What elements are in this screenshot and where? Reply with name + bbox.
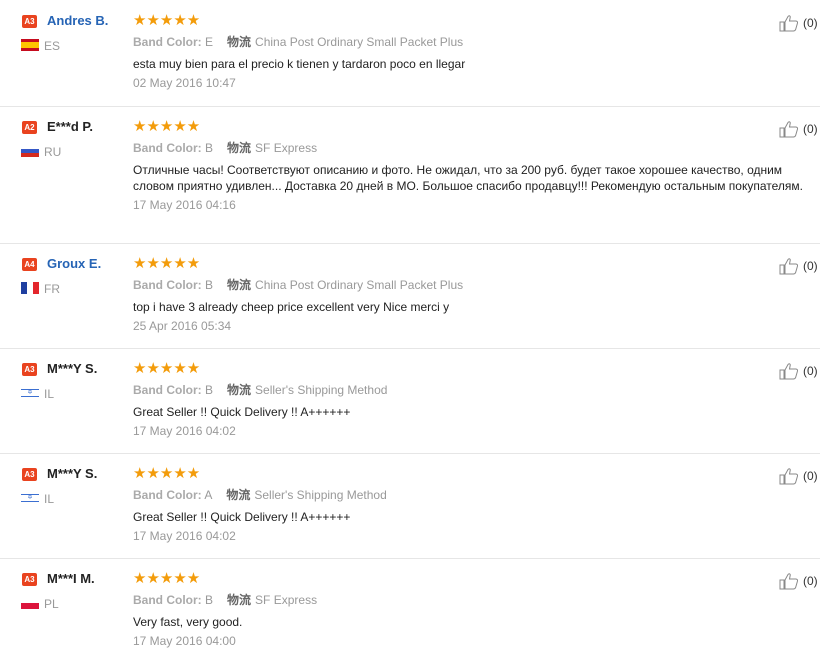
band-color-value: B: [205, 141, 214, 155]
shipping-method: China Post Ordinary Small Packet Plus: [255, 278, 464, 292]
helpful-count: (0): [803, 259, 818, 273]
review-item: A2 E***d P. RU ★★★★★ Band Color: B 物流 SF Expre…: [0, 106, 820, 244]
thumbs-up-icon: [779, 572, 799, 590]
country-code: ES: [44, 39, 61, 53]
thumbs-up-icon: [779, 257, 799, 275]
review-date: 02 May 2016 10:47: [133, 76, 236, 90]
buyer-level-badge: A3: [22, 573, 37, 586]
buyer-name: M***Y S.: [47, 361, 98, 376]
shipping-method: China Post Ordinary Small Packet Plus: [255, 35, 464, 49]
buyer-level-badge: A3: [22, 468, 37, 481]
country-code: RU: [44, 145, 62, 159]
thumbs-up-icon: [779, 467, 799, 485]
order-info: Band Color: A 物流 Seller's Shipping Method: [133, 487, 387, 503]
thumbs-up-icon: [779, 14, 799, 32]
band-color-label: Band Color:: [133, 593, 202, 607]
review-text: Great Seller !! Quick Delivery !! A+++++…: [133, 405, 351, 419]
review-date: 17 May 2016 04:16: [133, 198, 236, 212]
band-color-label: Band Color:: [133, 278, 202, 292]
helpful-button[interactable]: (0): [779, 361, 818, 381]
country-flag-icon: [21, 282, 39, 294]
buyer-name[interactable]: Andres B.: [47, 13, 108, 29]
band-color-value: A: [204, 488, 213, 502]
review-date: 17 May 2016 04:00: [133, 634, 236, 648]
star-rating: ★★★★★: [133, 118, 201, 135]
band-color-label: Band Color:: [133, 488, 202, 502]
buyer-name: M***Y S.: [47, 466, 98, 481]
shipping-method: SF Express: [255, 593, 318, 607]
review-date: 17 May 2016 04:02: [133, 424, 236, 438]
order-info: Band Color: B 物流 China Post Ordinary Small…: [133, 277, 463, 293]
shipping-method: SF Express: [255, 141, 318, 155]
shipping-label: 物流: [227, 383, 252, 397]
review-text: Отличные часы! Соответствуют описанию и …: [133, 163, 803, 193]
band-color-label: Band Color:: [133, 141, 202, 155]
buyer-name: M***I M.: [47, 571, 95, 586]
band-color-value: B: [205, 278, 214, 292]
star-rating: ★★★★★: [133, 12, 201, 29]
band-color-value: E: [205, 35, 214, 49]
band-color-value: B: [205, 383, 214, 397]
shipping-method: Seller's Shipping Method: [254, 488, 387, 502]
country-code: IL: [44, 387, 55, 401]
review-item: A3 Andres B. ES ★★★★★ Band Color: E 物流 China P…: [0, 0, 820, 107]
helpful-count: (0): [803, 16, 818, 30]
star-rating: ★★★★★: [133, 360, 201, 377]
country-flag-icon: [21, 39, 39, 51]
country-code: IL: [44, 492, 55, 506]
review-date: 25 Apr 2016 05:34: [133, 319, 232, 333]
helpful-button[interactable]: (0): [779, 13, 818, 33]
feedback-list: A3 Andres B. ES ★★★★★ Band Color: E 物流 China P…: [0, 0, 832, 648]
country-code: PL: [44, 597, 59, 611]
helpful-button[interactable]: (0): [779, 256, 818, 276]
helpful-count: (0): [803, 122, 818, 136]
thumbs-up-icon: [779, 362, 799, 380]
band-color-label: Band Color:: [133, 35, 202, 49]
star-rating: ★★★★★: [133, 465, 201, 482]
review-item: A4 Groux E. FR ★★★★★ Band Color: B 物流 China Po…: [0, 243, 820, 349]
buyer-name: E***d P.: [47, 119, 94, 134]
helpful-button[interactable]: (0): [779, 466, 818, 486]
country-flag-icon: ✡: [21, 492, 39, 504]
country-flag-icon: [21, 145, 39, 157]
helpful-count: (0): [803, 469, 818, 483]
review-item: A3 M***Y S. ✡ IL ★★★★★ Band Color: B 物流 Seller'…: [0, 348, 820, 454]
shipping-label: 物流: [226, 488, 251, 502]
buyer-level-badge: A3: [22, 363, 37, 376]
shipping-label: 物流: [227, 141, 252, 155]
helpful-button[interactable]: (0): [779, 119, 818, 139]
country-flag-icon: [21, 597, 39, 609]
buyer-level-badge: A4: [22, 258, 37, 271]
order-info: Band Color: B 物流 SF Express: [133, 140, 317, 156]
review-item: A3 M***Y S. ✡ IL ★★★★★ Band Color: A 物流 Seller'…: [0, 453, 820, 559]
helpful-count: (0): [803, 364, 818, 378]
shipping-label: 物流: [227, 593, 252, 607]
review-text: top i have 3 already cheep price excelle…: [133, 300, 450, 314]
country-code: FR: [44, 282, 60, 296]
review-item: A3 M***I M. PL ★★★★★ Band Color: B 物流 SF Expre…: [0, 558, 820, 648]
buyer-level-badge: A2: [22, 121, 37, 134]
band-color-value: B: [205, 593, 214, 607]
review-text: Very fast, very good.: [133, 615, 243, 629]
star-rating: ★★★★★: [133, 570, 201, 587]
helpful-button[interactable]: (0): [779, 571, 818, 591]
shipping-label: 物流: [227, 278, 252, 292]
buyer-name[interactable]: Groux E.: [47, 256, 101, 272]
thumbs-up-icon: [779, 120, 799, 138]
order-info: Band Color: E 物流 China Post Ordinary Small…: [133, 34, 463, 50]
order-info: Band Color: B 物流 Seller's Shipping Method: [133, 382, 387, 398]
buyer-level-badge: A3: [22, 15, 37, 28]
star-rating: ★★★★★: [133, 255, 201, 272]
shipping-label: 物流: [227, 35, 252, 49]
helpful-count: (0): [803, 574, 818, 588]
shipping-method: Seller's Shipping Method: [255, 383, 388, 397]
band-color-label: Band Color:: [133, 383, 202, 397]
country-flag-icon: ✡: [21, 387, 39, 399]
order-info: Band Color: B 物流 SF Express: [133, 592, 317, 608]
review-date: 17 May 2016 04:02: [133, 529, 236, 543]
review-text: Great Seller !! Quick Delivery !! A+++++…: [133, 510, 351, 524]
review-text: esta muy bien para el precio k tienen y …: [133, 57, 466, 71]
